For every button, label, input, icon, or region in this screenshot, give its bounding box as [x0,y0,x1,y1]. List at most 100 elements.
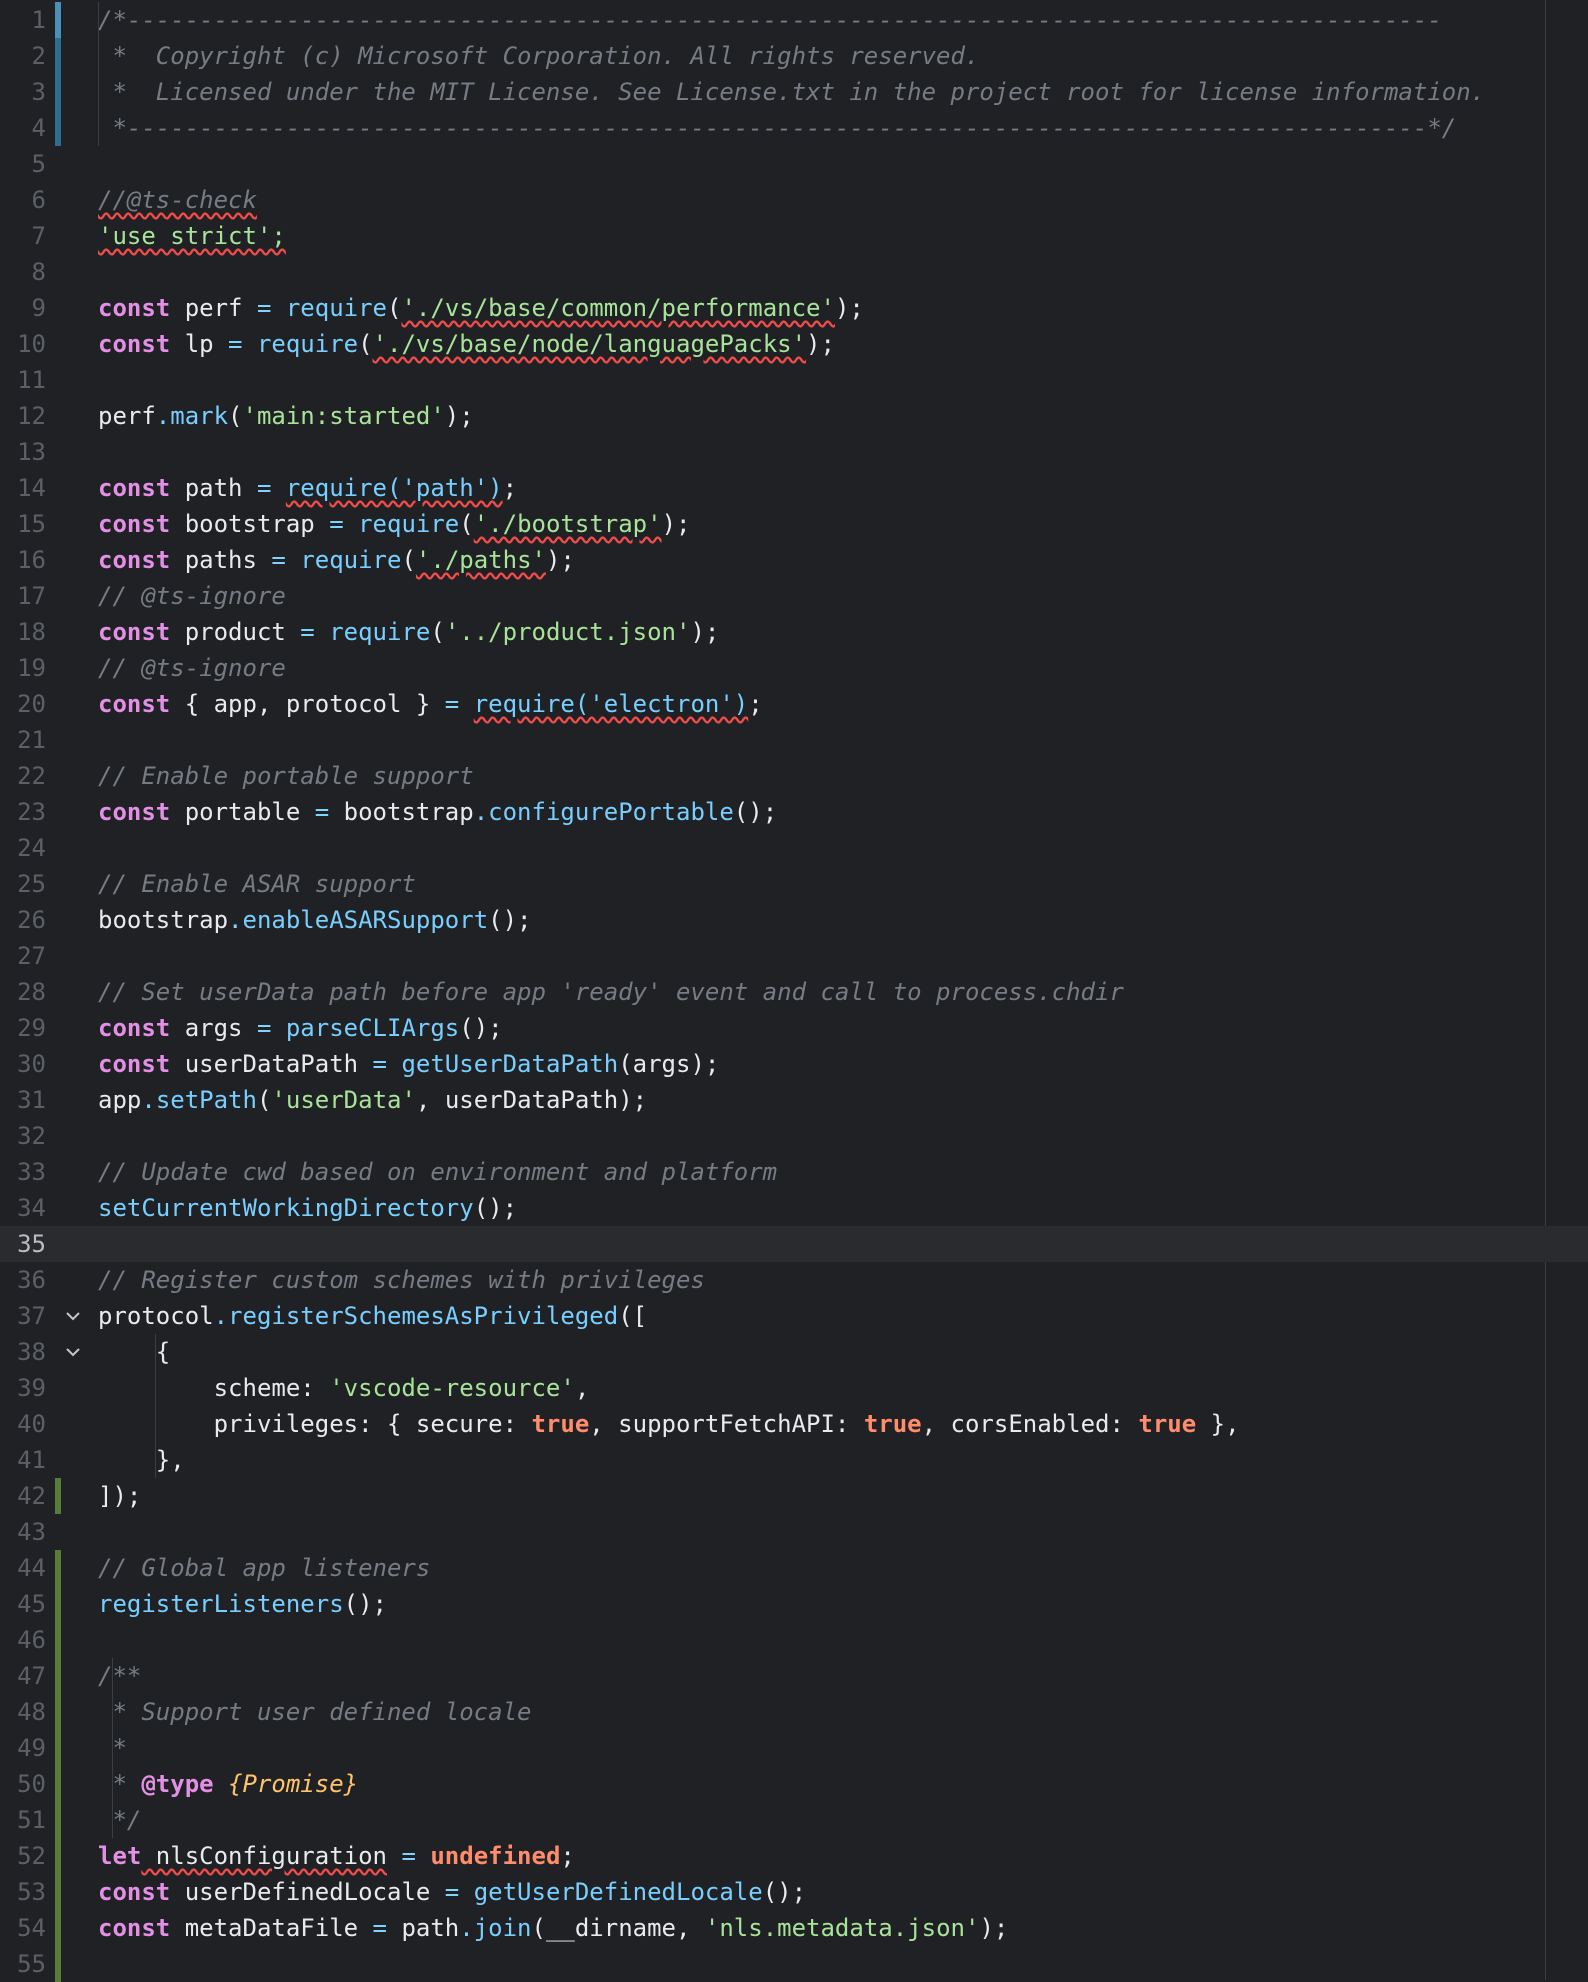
line-number[interactable]: 32 [0,1118,46,1154]
line-number[interactable]: 30 [0,1046,46,1082]
code-line[interactable]: 21 [0,722,1588,758]
line-number[interactable]: 23 [0,794,46,830]
code-line[interactable]: 45 registerListeners(); [0,1586,1588,1622]
code-line[interactable]: 6 //@ts-check [0,182,1588,218]
line-number[interactable]: 21 [0,722,46,758]
code-line[interactable]: 10 const lp = require('./vs/base/node/lan… [0,326,1588,362]
line-number[interactable]: 14 [0,470,46,506]
code-editor[interactable]: 1 /*-------------------------------------… [0,0,1588,1982]
code-line[interactable]: 14 const path = require('path'); [0,470,1588,506]
code-line[interactable]: 46 [0,1622,1588,1658]
code-line[interactable]: 20 const { app, protocol } = require('ele… [0,686,1588,722]
code-line[interactable]: 39 scheme: 'vscode-resource', [0,1370,1588,1406]
code-line[interactable]: 15 const bootstrap = require('./bootstrap… [0,506,1588,542]
code-line[interactable]: 28 // Set userData path before app 'ready… [0,974,1588,1010]
line-number[interactable]: 24 [0,830,46,866]
line-number[interactable]: 44 [0,1550,46,1586]
line-number[interactable]: 40 [0,1406,46,1442]
code-line[interactable]: 35 [0,1226,1588,1262]
gutter-change-marker[interactable] [55,1478,61,1514]
code-line[interactable]: 1 /*-------------------------------------… [0,2,1588,38]
code-line[interactable]: 52 let nlsConfiguration = undefined; [0,1838,1588,1874]
line-number[interactable]: 43 [0,1514,46,1550]
line-number[interactable]: 16 [0,542,46,578]
code-line[interactable]: 49 * [0,1730,1588,1766]
code-line[interactable]: 55 [0,1946,1588,1982]
line-number[interactable]: 25 [0,866,46,902]
code-line[interactable]: 13 [0,434,1588,470]
code-line[interactable]: 11 [0,362,1588,398]
code-line[interactable]: 22 // Enable portable support [0,758,1588,794]
code-line[interactable]: 32 [0,1118,1588,1154]
code-line[interactable]: 8 [0,254,1588,290]
code-line[interactable]: 2 * Copyright (c) Microsoft Corporation.… [0,38,1588,74]
line-number[interactable]: 39 [0,1370,46,1406]
code-line[interactable]: 41 }, [0,1442,1588,1478]
code-line[interactable]: 34 setCurrentWorkingDirectory(); [0,1190,1588,1226]
code-line[interactable]: 5 [0,146,1588,182]
code-line[interactable]: 43 [0,1514,1588,1550]
line-number[interactable]: 47 [0,1658,46,1694]
code-line[interactable]: 16 const paths = require('./paths'); [0,542,1588,578]
line-number[interactable]: 41 [0,1442,46,1478]
code-line[interactable]: 44 // Global app listeners [0,1550,1588,1586]
line-number[interactable]: 49 [0,1730,46,1766]
line-number[interactable]: 42 [0,1478,46,1514]
line-number[interactable]: 33 [0,1154,46,1190]
fold-chevron-down-icon[interactable] [64,1307,82,1325]
line-number[interactable]: 34 [0,1190,46,1226]
code-line[interactable]: 9 const perf = require('./vs/base/common/… [0,290,1588,326]
code-line[interactable]: 18 const product = require('../product.js… [0,614,1588,650]
code-line[interactable]: 4 *-------------------------------------… [0,110,1588,146]
code-line[interactable]: 31 app.setPath('userData', userDataPath); [0,1082,1588,1118]
line-number[interactable]: 20 [0,686,46,722]
line-number[interactable]: 8 [0,254,46,290]
line-number[interactable]: 18 [0,614,46,650]
line-number[interactable]: 15 [0,506,46,542]
code-line[interactable]: 42]); [0,1478,1588,1514]
line-number[interactable]: 5 [0,146,46,182]
line-number[interactable]: 53 [0,1874,46,1910]
line-number[interactable]: 11 [0,362,46,398]
code-line[interactable]: 47 /** [0,1658,1588,1694]
line-number[interactable]: 7 [0,218,46,254]
line-number[interactable]: 10 [0,326,46,362]
code-line[interactable]: 19 // @ts-ignore [0,650,1588,686]
line-number[interactable]: 50 [0,1766,46,1802]
code-line[interactable]: 25 // Enable ASAR support [0,866,1588,902]
code-line[interactable]: 50 * @type {Promise} [0,1766,1588,1802]
line-number[interactable]: 28 [0,974,46,1010]
code-line[interactable]: 48 * Support user defined locale [0,1694,1588,1730]
gutter-change-marker[interactable] [55,1550,61,1982]
line-number[interactable]: 45 [0,1586,46,1622]
line-number[interactable]: 13 [0,434,46,470]
line-number[interactable]: 27 [0,938,46,974]
line-number[interactable]: 6 [0,182,46,218]
code-line[interactable]: 40 privileges: { secure: true, supportFe… [0,1406,1588,1442]
gutter-change-marker[interactable] [55,2,61,38]
line-number[interactable]: 9 [0,290,46,326]
code-line[interactable]: 54 const metaDataFile = path.join(__dirna… [0,1910,1588,1946]
code-line[interactable]: 37 protocol.registerSchemesAsPrivileged([ [0,1298,1588,1334]
line-number[interactable]: 29 [0,1010,46,1046]
code-line[interactable]: 3 * Licensed under the MIT License. See … [0,74,1588,110]
fold-chevron-down-icon[interactable] [64,1343,82,1361]
line-number[interactable]: 31 [0,1082,46,1118]
code-line[interactable]: 17 // @ts-ignore [0,578,1588,614]
line-number[interactable]: 1 [0,2,46,38]
code-line[interactable]: 24 [0,830,1588,866]
code-line[interactable]: 33 // Update cwd based on environment and… [0,1154,1588,1190]
line-number[interactable]: 51 [0,1802,46,1838]
code-line[interactable]: 51 */ [0,1802,1588,1838]
code-line[interactable]: 36 // Register custom schemes with privil… [0,1262,1588,1298]
line-number[interactable]: 26 [0,902,46,938]
code-line[interactable]: 38 { [0,1334,1588,1370]
line-number[interactable]: 37 [0,1298,46,1334]
line-number[interactable]: 35 [0,1226,46,1262]
line-number[interactable]: 38 [0,1334,46,1370]
code-line[interactable]: 23 const portable = bootstrap.configurePo… [0,794,1588,830]
line-number[interactable]: 19 [0,650,46,686]
line-number[interactable]: 4 [0,110,46,146]
line-number[interactable]: 17 [0,578,46,614]
line-number[interactable]: 2 [0,38,46,74]
